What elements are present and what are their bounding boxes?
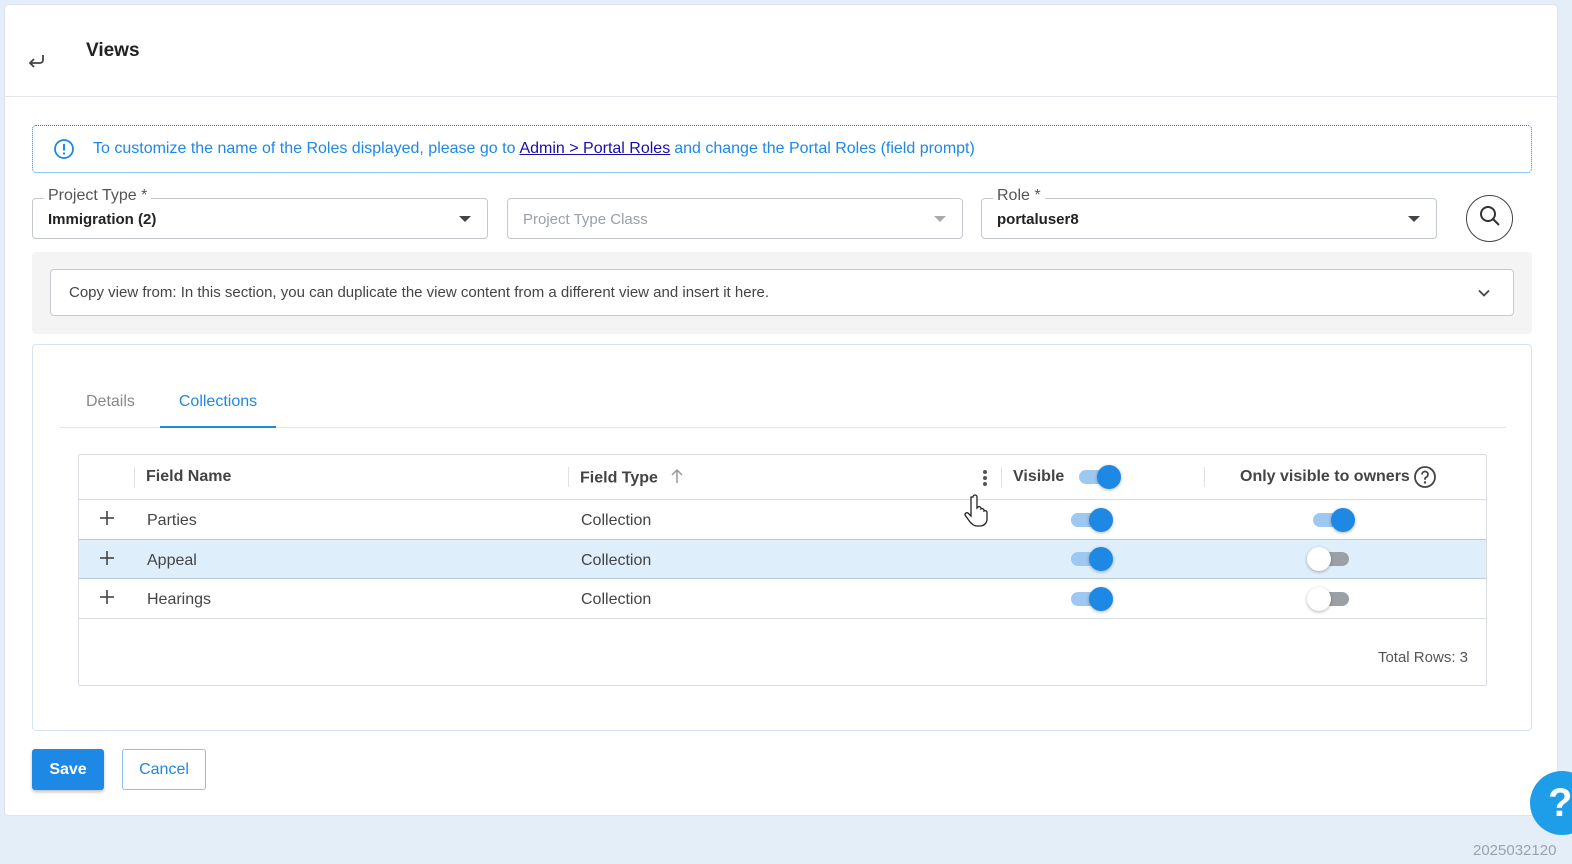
toggle-thumb [1307, 587, 1331, 611]
chevron-down-icon [1477, 286, 1491, 300]
project-type-label: Project Type * [44, 187, 152, 205]
toggle-thumb [1089, 587, 1113, 611]
grid-header: Field Name Field Type Visible Only visib… [79, 455, 1486, 500]
collections-grid: Field Name Field Type Visible Only visib… [78, 454, 1487, 686]
column-menu-icon[interactable] [981, 468, 989, 488]
toggle-thumb [1307, 547, 1331, 571]
column-divider [1204, 467, 1205, 487]
expand-row-icon[interactable] [99, 589, 115, 605]
role-select[interactable]: Role * portaluser8 [981, 187, 1437, 239]
total-rows-count: Total Rows: 3 [1377, 649, 1468, 666]
copy-view-section: Copy view from: In this section, you can… [32, 252, 1532, 334]
expand-row-icon[interactable] [99, 510, 115, 526]
info-text-prefix: To customize the name of the Roles displ… [93, 140, 516, 157]
column-header-field-type[interactable]: Field Type [580, 468, 684, 489]
search-icon [1478, 204, 1502, 233]
views-card: Views To customize the name of the Roles… [4, 4, 1558, 816]
page-title: Views [86, 40, 140, 61]
tab-collections[interactable]: Collections [160, 375, 276, 428]
row-field-type: Collection [581, 552, 652, 569]
table-row[interactable]: Hearings Collection [79, 579, 1486, 619]
column-header-visible: Visible [1013, 468, 1065, 485]
build-stamp: 2025032120 [1473, 842, 1557, 859]
hand-pointer-cursor-icon [963, 494, 991, 528]
field-type-label: Field Type [580, 469, 658, 487]
tab-bar: Details Collections [60, 375, 1506, 428]
row-owners-toggle[interactable] [1307, 587, 1351, 611]
return-arrow-icon[interactable] [25, 49, 49, 73]
expand-row-icon[interactable] [99, 550, 115, 566]
page-header: Views [5, 5, 1557, 97]
search-button[interactable] [1466, 195, 1513, 242]
info-banner: To customize the name of the Roles displ… [32, 125, 1532, 173]
role-value: portaluser8 [997, 211, 1079, 228]
visible-all-toggle[interactable] [1077, 465, 1121, 489]
column-header-field-name[interactable]: Field Name [146, 468, 231, 486]
row-field-name: Appeal [147, 552, 197, 569]
content-panel: Details Collections Field Name Field Typ… [32, 344, 1532, 731]
row-owners-toggle[interactable] [1307, 547, 1351, 571]
info-text-suffix: and change the Portal Roles (field promp… [674, 140, 975, 157]
copy-view-dropdown[interactable]: Copy view from: In this section, you can… [50, 269, 1514, 316]
caret-down-icon [1408, 216, 1420, 222]
save-button[interactable]: Save [32, 749, 104, 790]
admin-portal-roles-link[interactable]: Admin > Portal Roles [519, 140, 670, 158]
sort-ascending-icon[interactable] [670, 468, 684, 489]
toggle-thumb [1089, 547, 1113, 571]
project-type-class-placeholder: Project Type Class [523, 211, 648, 228]
toggle-thumb [1331, 508, 1355, 532]
row-field-name: Parties [147, 512, 197, 529]
project-type-select[interactable]: Project Type * Immigration (2) [32, 187, 488, 239]
help-circle-icon[interactable] [1413, 465, 1437, 489]
caret-down-icon [459, 216, 471, 222]
copy-view-text: Copy view from: In this section, you can… [69, 284, 770, 301]
role-label: Role * [993, 187, 1045, 205]
column-divider [568, 467, 569, 487]
toggle-thumb [1089, 508, 1113, 532]
toggle-thumb [1097, 465, 1121, 489]
row-field-type: Collection [581, 591, 652, 608]
cancel-button[interactable]: Cancel [122, 749, 206, 790]
project-type-value: Immigration (2) [48, 211, 157, 228]
row-visible-toggle[interactable] [1069, 508, 1113, 532]
column-divider [1001, 467, 1002, 487]
info-circle-icon [53, 138, 75, 160]
row-visible-toggle[interactable] [1069, 547, 1113, 571]
row-visible-toggle[interactable] [1069, 587, 1113, 611]
table-row[interactable]: Parties Collection [79, 500, 1486, 540]
caret-down-icon [934, 216, 946, 222]
row-field-type: Collection [581, 512, 652, 529]
row-owners-toggle[interactable] [1311, 508, 1355, 532]
tab-details[interactable]: Details [86, 375, 135, 428]
project-type-class-select[interactable]: Project Type Class [507, 198, 963, 239]
row-field-name: Hearings [147, 591, 212, 608]
table-row[interactable]: Appeal Collection [79, 539, 1486, 579]
column-divider [134, 467, 135, 487]
column-header-owners: Only visible to owners [1240, 468, 1410, 485]
